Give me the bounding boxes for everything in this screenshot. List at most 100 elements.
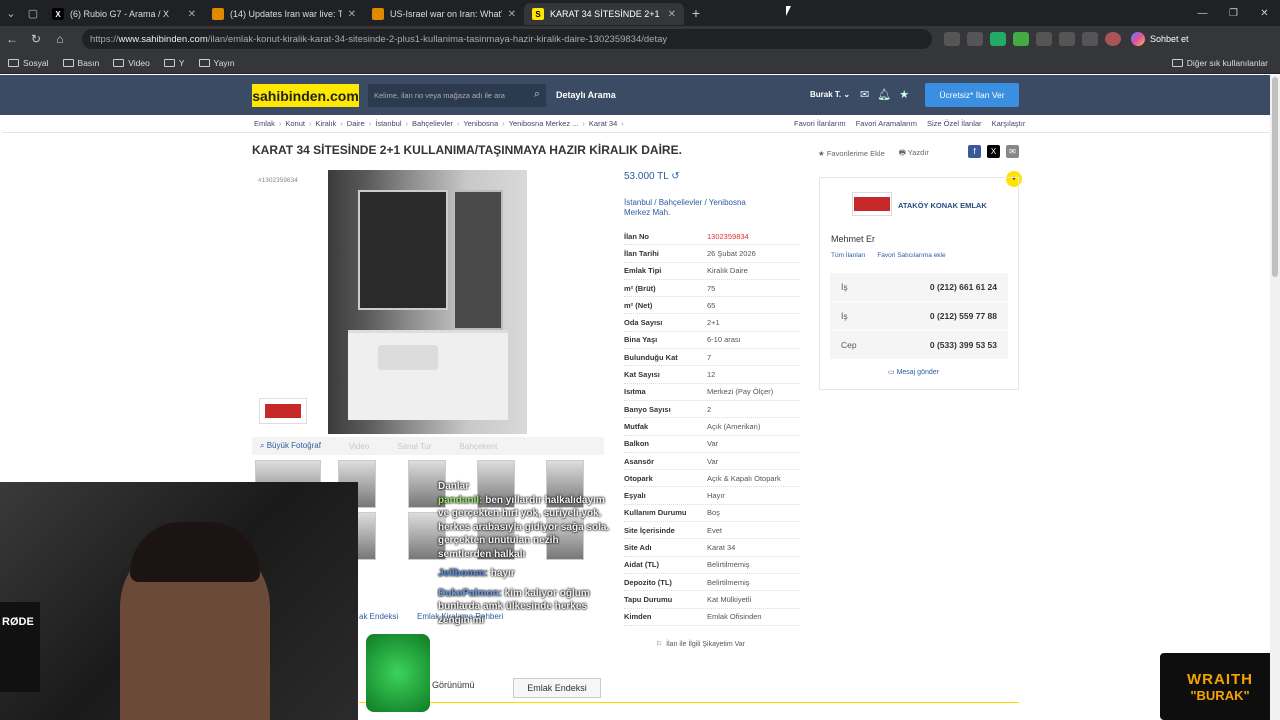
url-field[interactable]: https://www.sahibinden.com/ilan/emlak-ko… <box>82 29 932 49</box>
bookmark-folder[interactable]: Y <box>163 57 185 68</box>
minimize-icon[interactable]: — <box>1187 0 1218 26</box>
back-icon[interactable]: ← <box>0 32 24 46</box>
bookmark-folder[interactable]: Video <box>113 58 150 68</box>
scrollbar-thumb[interactable] <box>1272 77 1278 277</box>
bookmark-folder[interactable]: Basın <box>62 58 99 68</box>
detail-row: Otopark Açık & Kapalı Otopark <box>624 470 800 488</box>
detail-key: m² (Net) <box>624 300 653 310</box>
main-photo[interactable] <box>328 170 527 434</box>
agency-logo[interactable] <box>852 192 892 216</box>
detail-value: Emlak Ofisinden <box>707 612 762 622</box>
chat-emote-icon <box>366 634 430 712</box>
post-listing-button[interactable]: Ücretsiz* İlan Ver <box>925 83 1019 107</box>
browser-tab[interactable]: X (6) Rubio G7 - Arama / X ✕ <box>44 3 204 25</box>
shortcut-favorite-listings[interactable]: Favori İlanlarım <box>794 119 846 128</box>
user-menu[interactable]: Burak T. ⌄ <box>810 90 850 99</box>
breadcrumb-item[interactable]: Daire <box>347 119 365 128</box>
virtual-tour-tab[interactable]: Sanal Tur <box>397 442 431 451</box>
shortcut-favorite-searches[interactable]: Favori Aramalarım <box>856 119 917 128</box>
close-icon[interactable]: ✕ <box>348 9 356 20</box>
search-icon[interactable]: ⌕ <box>534 88 540 101</box>
bell-icon[interactable]: 🔔︎ <box>877 88 891 101</box>
bookmark-folder[interactable]: Yayın <box>198 58 235 68</box>
extension-icon[interactable] <box>967 32 983 46</box>
other-bookmarks[interactable]: Diğer sık kullanılanlar <box>1171 58 1268 68</box>
breadcrumb-item[interactable]: Yenibosna <box>463 119 498 128</box>
complaint-link[interactable]: ⚐ İlan ile İlgili Şikayetim Var <box>656 640 745 648</box>
breadcrumb-item[interactable]: Bahçelievler <box>412 119 453 128</box>
star-icon[interactable]: ★ <box>899 88 909 101</box>
extension-icon[interactable] <box>1036 32 1052 46</box>
maximize-icon[interactable]: ❐ <box>1218 0 1249 26</box>
breadcrumb-item[interactable]: Kiralık <box>315 119 336 128</box>
site-logo[interactable]: sahibinden.com <box>252 84 359 107</box>
close-icon[interactable]: ✕ <box>188 9 196 20</box>
detail-value: 6-10 arası <box>707 335 741 345</box>
bahcekent-tab[interactable]: Bahçekent <box>460 442 498 451</box>
detail-row: m² (Brüt) 75 <box>624 280 800 298</box>
shortcut-special-listings[interactable]: Size Özel İlanlar <box>927 119 982 128</box>
detailed-search-link[interactable]: Detaylı Arama <box>556 90 616 100</box>
shortcut-compare[interactable]: Karşılaştır <box>992 119 1026 128</box>
detail-key: Otopark <box>624 473 653 483</box>
bookmark-label: Y <box>178 57 185 68</box>
close-icon[interactable]: ✕ <box>668 9 676 20</box>
price-history-icon[interactable]: ↺ <box>671 171 679 182</box>
refresh-icon[interactable]: ↻ <box>24 32 48 46</box>
phone-number[interactable]: 0 (212) 559 77 88 <box>930 311 997 321</box>
photo-detail <box>453 190 503 330</box>
profile-avatar[interactable] <box>1105 32 1121 46</box>
agency-badge[interactable] <box>259 398 307 424</box>
folder-icon <box>198 58 210 67</box>
tab-menu-icon[interactable]: ⌄ <box>0 0 22 26</box>
breadcrumb-item[interactable]: Emlak <box>254 119 275 128</box>
breadcrumb-item[interactable]: Karat 34 <box>589 119 617 128</box>
phone-row: İş 0 (212) 661 61 24 <box>830 273 1008 302</box>
location-line[interactable]: Merkez Mah. <box>624 208 799 218</box>
extension-icon[interactable] <box>944 32 960 46</box>
extension-icon[interactable] <box>990 32 1006 46</box>
browser-tab-active[interactable]: S KARAT 34 SİTESİNDE 2+1 KULLANI ✕ <box>524 3 684 25</box>
x-share-icon[interactable]: X <box>987 145 1000 158</box>
close-window-icon[interactable]: ✕ <box>1249 0 1280 26</box>
phone-number[interactable]: 0 (533) 399 53 53 <box>930 340 997 350</box>
location-line[interactable]: İstanbul / Bahçelievler / Yenibosna <box>624 198 799 208</box>
new-tab-icon[interactable]: + <box>684 5 708 21</box>
detail-value: Var <box>707 439 719 449</box>
send-message-link[interactable]: ▭ Mesaj gönder <box>888 368 939 376</box>
price-index-button[interactable]: Emlak Endeksi <box>513 678 601 698</box>
chat-user: DukePalmon: <box>438 587 502 599</box>
extension-icon[interactable] <box>1082 32 1098 46</box>
phone-number[interactable]: 0 (212) 661 61 24 <box>930 282 997 292</box>
agency-name[interactable]: ATAKÖY KONAK EMLAK <box>898 201 987 210</box>
large-photo-tab[interactable]: ⌕ Büyük Fotoğraf <box>260 441 321 451</box>
mouse-cursor-icon <box>786 6 791 16</box>
browser-tab[interactable]: (14) Updates Iran war live: Trump a ✕ <box>204 3 364 25</box>
add-favorite-button[interactable]: ★ Favorilerime Ekle <box>818 149 885 158</box>
bookmark-folder[interactable]: Sosyal <box>8 58 49 68</box>
copilot-button[interactable]: Sohbet et <box>1131 32 1189 46</box>
scrollbar[interactable] <box>1270 75 1280 720</box>
home-icon[interactable]: ⌂ <box>48 32 72 46</box>
add-fav-seller-link[interactable]: Favori Satıcılarıma ekle <box>877 252 945 259</box>
close-icon[interactable]: ✕ <box>508 9 516 20</box>
breadcrumb-item[interactable]: İstanbul <box>375 119 401 128</box>
facebook-icon[interactable]: f <box>968 145 981 158</box>
breadcrumb-item[interactable]: Konut <box>285 119 305 128</box>
browser-tab[interactable]: US-Israel war on Iran: What's happ ✕ <box>364 3 524 25</box>
detail-value: Merkezi (Pay Ölçer) <box>707 387 774 397</box>
extension-icon[interactable] <box>1059 32 1075 46</box>
email-share-icon[interactable]: ✉ <box>1006 145 1019 158</box>
search-input[interactable]: Kelime, ilan no veya mağaza adı ile ara … <box>368 84 546 107</box>
chat-user: pandanil: <box>438 494 483 506</box>
print-button[interactable]: 🖶︎ Yazdır <box>899 147 929 160</box>
extension-icon[interactable] <box>1013 32 1029 46</box>
detail-row: Site Adı Karat 34 <box>624 539 800 557</box>
detail-row: Site İçerisinde Evet <box>624 522 800 540</box>
all-listings-link[interactable]: Tüm İlanları <box>831 252 865 259</box>
workspaces-icon[interactable]: ▢ <box>22 0 44 26</box>
tab-price-index[interactable]: ak Endeksi <box>359 612 398 621</box>
video-tab[interactable]: Video <box>349 442 369 451</box>
breadcrumb-item[interactable]: Yenibosna Merkez ... <box>509 119 579 128</box>
mail-icon[interactable]: ✉ <box>860 88 869 101</box>
